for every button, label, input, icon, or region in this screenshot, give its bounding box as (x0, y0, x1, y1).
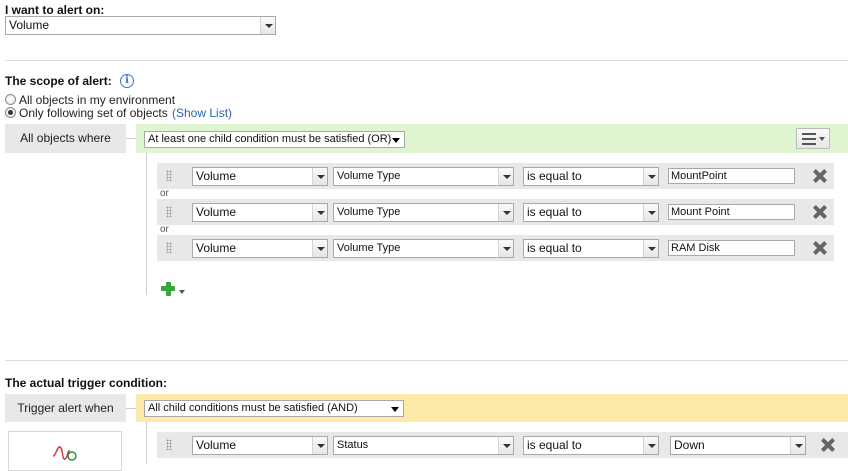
chevron-down-icon (790, 437, 805, 454)
waveform-icon (52, 446, 77, 461)
drag-handle-icon[interactable] (166, 439, 172, 450)
add-condition-plus-icon[interactable] (156, 281, 190, 303)
chevron-down-icon (312, 240, 327, 257)
condition-entity-select[interactable]: Volume (192, 203, 328, 222)
remove-condition-icon[interactable] (821, 438, 835, 452)
radio-following-objects-label: Only following set of objects (19, 106, 168, 120)
trigger-group-operator-select[interactable]: All child conditions must be satisfied (… (144, 400, 404, 417)
remove-condition-icon[interactable] (813, 169, 827, 183)
chevron-down-icon (643, 168, 658, 185)
connector-line (126, 408, 136, 409)
chevron-down-icon (312, 204, 327, 221)
chevron-down-icon (312, 168, 327, 185)
alert-on-select[interactable]: Volume (5, 16, 276, 35)
scope-group-label: All objects where (5, 124, 126, 153)
condition-property-select[interactable]: Volume Type (333, 167, 514, 186)
remove-condition-icon[interactable] (813, 241, 827, 255)
radio-all-objects-label: All objects in my environment (19, 93, 176, 107)
tree-line (146, 153, 147, 295)
condition-property-value: Volume Type (337, 170, 401, 182)
condition-operator-select[interactable]: is equal to (523, 203, 659, 222)
trigger-heading: The actual trigger condition: (5, 376, 168, 390)
condition-property-value: Volume Type (337, 242, 401, 254)
drag-handle-icon[interactable] (166, 170, 172, 181)
alert-on-select-value: Volume (9, 18, 50, 32)
condition-entity-select[interactable]: Volume (192, 239, 328, 258)
trigger-value-select[interactable]: Down (670, 436, 806, 455)
condition-entity-value: Volume (196, 241, 237, 255)
show-list-link[interactable]: (Show List) (172, 106, 232, 120)
chevron-down-icon (643, 204, 658, 221)
chevron-down-icon (643, 240, 658, 257)
divider (5, 360, 848, 361)
trigger-group-operator-value: All child conditions must be satisfied (… (148, 402, 358, 414)
scope-heading: The scope of alert: (5, 74, 112, 88)
condition-operator-select[interactable]: is equal to (523, 167, 659, 186)
condition-operator-select[interactable]: is equal to (523, 239, 659, 258)
chevron-down-icon (643, 437, 658, 454)
scope-group-operator-value: At least one child condition must be sat… (148, 133, 392, 145)
condition-property-select[interactable]: Volume Type (333, 203, 514, 222)
trigger-property-select[interactable]: Status (333, 436, 514, 455)
condition-operator-value: is equal to (527, 241, 582, 255)
trigger-value-value: Down (674, 438, 705, 452)
connector-line (126, 138, 136, 139)
chevron-down-icon (389, 132, 404, 147)
condition-property-select[interactable]: Volume Type (333, 239, 514, 258)
alert-on-heading: I want to alert on: (5, 3, 105, 17)
condition-entity-value: Volume (196, 169, 237, 183)
info-icon[interactable]: i (120, 74, 134, 88)
drag-handle-icon[interactable] (166, 206, 172, 217)
trigger-widget[interactable] (8, 431, 122, 471)
condition-operator-value: is equal to (527, 169, 582, 183)
tree-line (146, 422, 147, 464)
drag-handle-icon[interactable] (166, 242, 172, 253)
divider (5, 60, 848, 61)
chevron-down-icon (312, 437, 327, 454)
or-label: or (160, 224, 169, 235)
condition-entity-select[interactable]: Volume (192, 167, 328, 186)
chevron-down-icon (498, 204, 513, 221)
condition-entity-value: Volume (196, 205, 237, 219)
scope-group-operator-select[interactable]: At least one child condition must be sat… (144, 131, 405, 148)
hamburger-menu-icon[interactable] (796, 128, 830, 149)
condition-value-input[interactable]: Mount Point (668, 204, 795, 220)
remove-condition-icon[interactable] (813, 205, 827, 219)
chevron-down-icon (498, 240, 513, 257)
trigger-entity-select[interactable]: Volume (192, 436, 328, 455)
trigger-property-value: Status (337, 439, 369, 451)
chevron-down-icon (498, 437, 513, 454)
condition-value-input[interactable]: MountPoint (668, 168, 795, 184)
condition-value-input[interactable]: RAM Disk (668, 240, 795, 256)
chevron-down-icon (498, 168, 513, 185)
trigger-operator-select[interactable]: is equal to (523, 436, 659, 455)
condition-property-value: Volume Type (337, 206, 401, 218)
trigger-group-label: Trigger alert when (5, 394, 126, 422)
chevron-down-icon (388, 401, 403, 416)
radio-following-objects[interactable] (5, 107, 16, 118)
condition-operator-value: is equal to (527, 205, 582, 219)
radio-all-objects[interactable] (5, 94, 16, 105)
or-label: or (160, 188, 169, 199)
chevron-down-icon (260, 17, 275, 34)
trigger-operator-value: is equal to (527, 438, 582, 452)
trigger-entity-value: Volume (196, 438, 237, 452)
